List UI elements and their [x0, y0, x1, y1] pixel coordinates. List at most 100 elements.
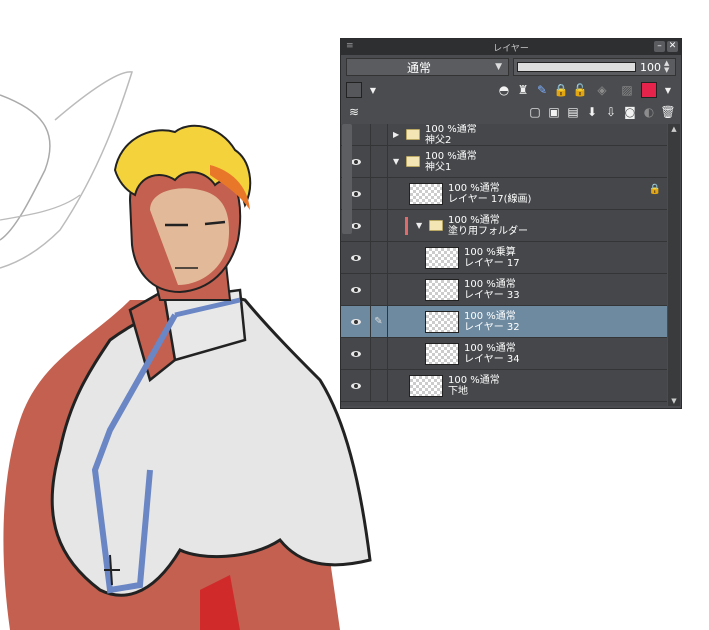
draft-layer-icon[interactable]: ✎	[534, 82, 550, 98]
pen-icon: ✎	[374, 316, 383, 327]
eye-icon	[350, 286, 361, 293]
layer-name: レイヤー 34	[464, 353, 520, 365]
visibility-toggle[interactable]	[341, 338, 371, 369]
layer-opacity-mode: 100 %通常	[448, 374, 500, 386]
blend-mode-value: 通常	[407, 60, 432, 75]
opacity-track[interactable]	[517, 62, 636, 72]
folder-icon	[406, 129, 420, 140]
edit-target-cell[interactable]	[370, 178, 388, 209]
chevron-down-icon[interactable]: ▼	[365, 82, 381, 98]
edit-target-cell[interactable]: ✎	[370, 306, 388, 337]
scroll-up-icon[interactable]: ▲	[668, 124, 680, 134]
collapse-arrow-icon[interactable]: ▼	[393, 157, 401, 166]
opacity-slider[interactable]: 100 ▲ ▼	[513, 58, 676, 76]
edit-target-cell[interactable]	[370, 338, 388, 369]
layer-name: 下地	[448, 385, 468, 397]
delete-layer-icon[interactable]: 🗑	[660, 104, 676, 120]
edit-target-cell[interactable]	[370, 242, 388, 273]
layer-row[interactable]: 100 %通常 レイヤー 34	[341, 338, 667, 370]
panel-title: レイヤー	[493, 43, 529, 54]
eye-icon	[350, 382, 361, 389]
open-folder-icon	[406, 156, 420, 167]
layer-row[interactable]: 100 %乗算 レイヤー 17	[341, 242, 667, 274]
lock-icon: 🔒	[648, 184, 661, 195]
layer-opacity-mode: 100 %通常	[425, 124, 477, 135]
opacity-value[interactable]: 100	[640, 61, 661, 74]
layer-name: レイヤー 17	[464, 257, 520, 269]
scrollbar-thumb[interactable]	[342, 124, 352, 234]
edit-target-cell[interactable]	[370, 274, 388, 305]
layer-name: レイヤー 33	[464, 289, 520, 301]
layer-color-icon[interactable]	[641, 82, 657, 98]
visibility-toggle[interactable]	[341, 370, 371, 401]
layer-row-selected[interactable]: ✎ 100 %通常 レイヤー 32	[341, 306, 667, 338]
eye-icon	[350, 350, 361, 357]
layer-row[interactable]: ▶ 100 %通常 神父2	[341, 124, 667, 146]
lock-icon[interactable]: 🔒	[553, 82, 569, 98]
layer-opacity-mode: 100 %通常	[464, 278, 516, 290]
eye-icon	[350, 158, 361, 165]
opacity-spinner-icon[interactable]: ▲ ▼	[664, 60, 672, 74]
layer-name: レイヤー 32	[464, 321, 520, 333]
layer-list-scrollbar[interactable]: ▲ ▼	[668, 124, 680, 406]
layer-mask-icon[interactable]: ◙	[622, 104, 638, 120]
layer-name: レイヤー 17(線画)	[448, 193, 532, 205]
chevron-down-icon[interactable]: ▼	[660, 82, 676, 98]
layer-opacity-mode: 100 %乗算	[464, 246, 516, 258]
layer-opacity-mode: 100 %通常	[464, 342, 516, 354]
edit-target-cell[interactable]	[370, 146, 388, 177]
layer-thumbnail	[409, 182, 443, 205]
eye-icon	[350, 222, 361, 229]
new-raster-layer-icon[interactable]: ▢	[527, 104, 543, 120]
clip-icon[interactable]: ◓	[496, 82, 512, 98]
panel-titlebar[interactable]: ≡ レイヤー – ✕	[341, 39, 681, 55]
layer-row[interactable]: ▼ 100 %通常 塗り用フォルダー	[341, 210, 667, 242]
layer-panel: ≡ レイヤー – ✕ 通常 ▼ 100 ▲ ▼ ▼ ◓ ♜ ✎ 🔒 🔓 ◈ ▨ ▼…	[340, 38, 682, 409]
new-folder-icon[interactable]: ▤	[565, 104, 581, 120]
layer-opacity-mode: 100 %通常	[464, 310, 516, 322]
panel-grip-icon[interactable]: ≡	[346, 42, 355, 51]
eye-icon	[350, 318, 361, 325]
blend-mode-select[interactable]: 通常 ▼	[346, 58, 509, 76]
reference-layer-icon[interactable]: ♜	[515, 82, 531, 98]
layer-row[interactable]: 100 %通常 下地	[341, 370, 667, 402]
eye-icon	[350, 190, 361, 197]
mask-enable-icon[interactable]: ◈	[591, 82, 613, 98]
layer-name: 神父1	[425, 161, 452, 173]
layer-color-marker	[405, 216, 408, 235]
apply-mask-icon[interactable]: ◐	[641, 104, 657, 120]
expand-arrow-icon[interactable]: ▶	[393, 130, 401, 139]
layer-thumbnail	[409, 374, 443, 397]
layer-thumbnail	[425, 310, 459, 333]
merge-down-icon[interactable]: ⇩	[603, 104, 619, 120]
layer-color-swatch[interactable]	[346, 82, 362, 98]
minimize-icon[interactable]: –	[654, 41, 665, 52]
scroll-down-icon[interactable]: ▼	[668, 396, 680, 406]
eye-icon	[350, 254, 361, 261]
layer-row[interactable]: 100 %通常 レイヤー 17(線画) 🔒	[341, 178, 667, 210]
new-vector-layer-icon[interactable]: ▣	[546, 104, 562, 120]
close-icon[interactable]: ✕	[667, 41, 678, 52]
edit-target-cell[interactable]	[370, 210, 388, 241]
open-folder-icon	[429, 220, 443, 231]
layer-name: 神父2	[425, 134, 452, 146]
visibility-toggle[interactable]	[341, 306, 371, 337]
layer-thumbnail	[425, 342, 459, 365]
layer-stack-icon[interactable]: ≋	[346, 104, 362, 120]
visibility-toggle[interactable]	[341, 242, 371, 273]
visibility-toggle[interactable]	[341, 274, 371, 305]
layer-opacity-mode: 100 %通常	[448, 214, 500, 226]
edit-target-cell[interactable]	[370, 124, 388, 145]
layer-thumbnail	[425, 278, 459, 301]
edit-target-cell[interactable]	[370, 370, 388, 401]
layer-opacity-mode: 100 %通常	[425, 150, 477, 162]
ruler-icon[interactable]: ▨	[616, 82, 638, 98]
layer-list: ▶ 100 %通常 神父2 ▼ 100 %通常 神父1 100 %通常 レイヤー…	[341, 124, 667, 406]
layer-row[interactable]: 100 %通常 レイヤー 33	[341, 274, 667, 306]
layer-name: 塗り用フォルダー	[448, 225, 528, 237]
collapse-arrow-icon[interactable]: ▼	[416, 221, 424, 230]
lock-transparency-icon[interactable]: 🔓	[572, 82, 588, 98]
layer-thumbnail	[425, 246, 459, 269]
layer-row[interactable]: ▼ 100 %通常 神父1	[341, 146, 667, 178]
transfer-down-icon[interactable]: ⬇	[584, 104, 600, 120]
